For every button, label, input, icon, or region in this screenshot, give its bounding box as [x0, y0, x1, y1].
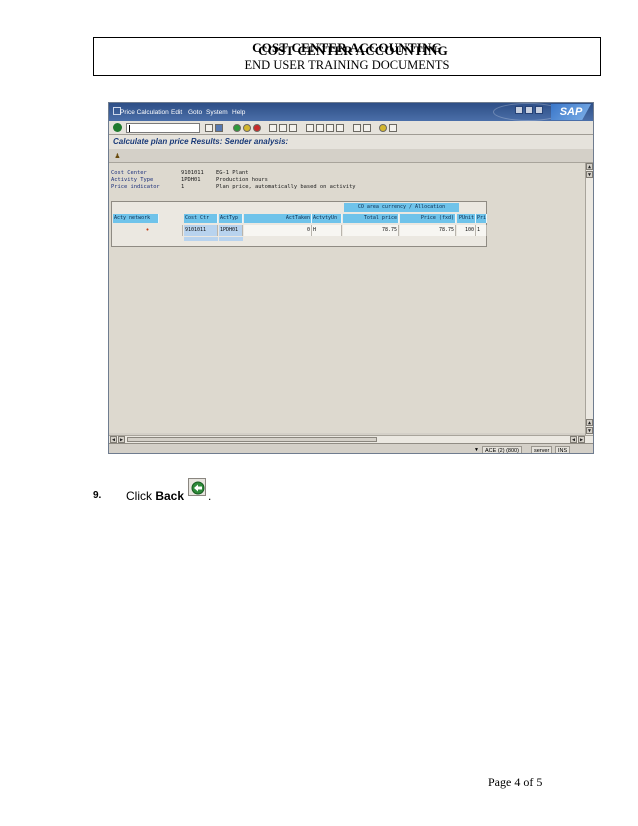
- col-header-cost-ctr[interactable]: Cost Ctr: [184, 214, 218, 223]
- cell-total-price[interactable]: 78.75: [343, 225, 399, 236]
- scroll-right-icon[interactable]: ▶: [118, 436, 125, 443]
- scroll-down-icon[interactable]: ▼: [586, 171, 593, 178]
- cell-act-typ[interactable]: 1PDH01: [219, 225, 243, 236]
- scroll-left-end-icon[interactable]: ◀: [570, 436, 577, 443]
- print-icon[interactable]: [269, 124, 277, 132]
- col-header-acty-network[interactable]: Acty network: [113, 214, 159, 223]
- document-title-wrap: COST CENTER ACCOUNTING COST CENTER ACCOU…: [94, 40, 600, 58]
- menu-system[interactable]: System: [206, 109, 228, 116]
- status-bar: ▼ ACE (2) (800) server INS: [109, 443, 593, 453]
- exit-icon[interactable]: [243, 124, 251, 132]
- selection-highlight: [219, 237, 243, 241]
- step-instruction: Click Back: [126, 489, 184, 503]
- document-header: COST CENTER ACCOUNTING COST CENTER ACCOU…: [93, 37, 601, 76]
- cell-acty-network[interactable]: •: [113, 225, 183, 236]
- cell-act-taken[interactable]: 0: [244, 225, 312, 236]
- page-number: Page 4 of 5: [488, 775, 543, 789]
- find-icon[interactable]: [279, 124, 287, 132]
- col-header-price-fixed[interactable]: Price (fxd): [400, 214, 456, 223]
- document-subtitle: END USER TRAINING DOCUMENTS: [244, 58, 450, 72]
- scroll-right-end-icon[interactable]: ▶: [578, 436, 585, 443]
- standard-toolbar: [109, 121, 593, 135]
- scroll-down-end-icon[interactable]: ▼: [586, 427, 593, 434]
- content-area: Cost Center 9101011 EG-1 Plant Activity …: [109, 163, 587, 433]
- vertical-scrollbar[interactable]: ▲ ▼ ▲ ▼: [585, 163, 593, 435]
- col-header-pri[interactable]: Pri: [476, 214, 487, 223]
- cell-actvty-un[interactable]: H: [312, 225, 342, 236]
- activity-type-desc: Production hours: [216, 177, 268, 183]
- cost-center-desc: EG-1 Plant: [216, 170, 249, 176]
- previous-page-icon[interactable]: [316, 124, 324, 132]
- menu-help[interactable]: Help: [232, 109, 245, 116]
- last-page-icon[interactable]: [336, 124, 344, 132]
- selection-highlight: [184, 237, 218, 241]
- application-toolbar: ♟: [109, 149, 593, 163]
- scroll-up-icon[interactable]: ▲: [586, 163, 593, 170]
- cost-center-label: Cost Center: [111, 170, 147, 176]
- status-mode: INS: [555, 446, 571, 453]
- menu-bar: Price Calculation Edit Goto System Help …: [109, 103, 593, 121]
- cell-cost-ctr[interactable]: 9101011: [184, 225, 218, 236]
- sender-analysis-grid: CO area currency / Allocation Acty netwo…: [111, 201, 487, 247]
- next-page-icon[interactable]: [326, 124, 334, 132]
- enter-icon[interactable]: [113, 123, 122, 132]
- document-title-overlap: COST CENTER ACCOUNTING: [258, 43, 448, 58]
- table-row[interactable]: • 9101011 1PDH01 0 H 78.75 78.75 100 1: [112, 225, 487, 236]
- scroll-left-icon[interactable]: ◀: [110, 436, 117, 443]
- step-text: Click: [126, 489, 152, 503]
- col-header-p-unit[interactable]: PUnit: [457, 214, 476, 223]
- grid-header-row: Acty network Cost Ctr ActTyp ActTaken Ac…: [112, 214, 487, 223]
- col-header-actvty-un[interactable]: ActvtyUn: [312, 214, 342, 223]
- menu-goto[interactable]: Goto: [188, 109, 202, 116]
- find-next-icon[interactable]: [289, 124, 297, 132]
- status-system: ACE (2) (800): [482, 446, 522, 453]
- help-icon[interactable]: [379, 124, 387, 132]
- horizontal-scrollbar[interactable]: ◀ ▶ ◀ ▶: [109, 435, 593, 443]
- grid-group-header: CO area currency / Allocation: [344, 203, 459, 212]
- layout-menu-icon[interactable]: [389, 124, 397, 132]
- col-header-act-typ[interactable]: ActTyp: [219, 214, 243, 223]
- cell-pri[interactable]: 1: [476, 225, 487, 236]
- shortcut-icon[interactable]: [363, 124, 371, 132]
- cell-p-unit[interactable]: 100: [457, 225, 476, 236]
- title-bar: Calculate plan price Results: Sender ana…: [109, 135, 593, 149]
- person-icon[interactable]: ♟: [115, 151, 124, 160]
- command-dropdown-icon[interactable]: [205, 124, 213, 132]
- cost-center-value: 9101011: [181, 170, 204, 176]
- activity-type-label: Activity Type: [111, 177, 154, 183]
- price-indicator-value: 1: [181, 184, 185, 190]
- command-field[interactable]: [126, 123, 200, 133]
- col-header-total-price[interactable]: Total price: [343, 214, 399, 223]
- menu-price-calculation[interactable]: Price Calculation: [120, 109, 169, 116]
- create-session-icon[interactable]: [353, 124, 361, 132]
- status-expand-icon[interactable]: ▼: [474, 447, 479, 453]
- sap-logo: SAP: [551, 104, 591, 120]
- price-indicator-label: Price indicator: [111, 184, 160, 190]
- menu-edit[interactable]: Edit: [171, 109, 182, 116]
- back-icon: [188, 478, 206, 496]
- step-period: .: [208, 489, 212, 503]
- save-icon[interactable]: [215, 124, 223, 132]
- sap-window: Price Calculation Edit Goto System Help …: [108, 102, 594, 454]
- price-indicator-desc: Plan price, automatically based on activ…: [216, 184, 356, 190]
- col-header-act-taken[interactable]: ActTaken: [244, 214, 312, 223]
- first-page-icon[interactable]: [306, 124, 314, 132]
- status-server: server: [531, 446, 553, 453]
- screen-title: Calculate plan price Results: Sender ana…: [113, 137, 289, 146]
- activity-type-value: 1PDH01: [181, 177, 201, 183]
- step-bold-label: Back: [155, 489, 185, 503]
- step-number: 9.: [93, 490, 102, 501]
- scroll-up-end-icon[interactable]: ▲: [586, 419, 593, 426]
- text-caret: [129, 125, 130, 132]
- back-toolbar-icon[interactable]: [233, 124, 241, 132]
- cancel-icon[interactable]: [253, 124, 261, 132]
- horizontal-scroll-thumb[interactable]: [127, 437, 377, 442]
- cell-price-fixed[interactable]: 78.75: [400, 225, 456, 236]
